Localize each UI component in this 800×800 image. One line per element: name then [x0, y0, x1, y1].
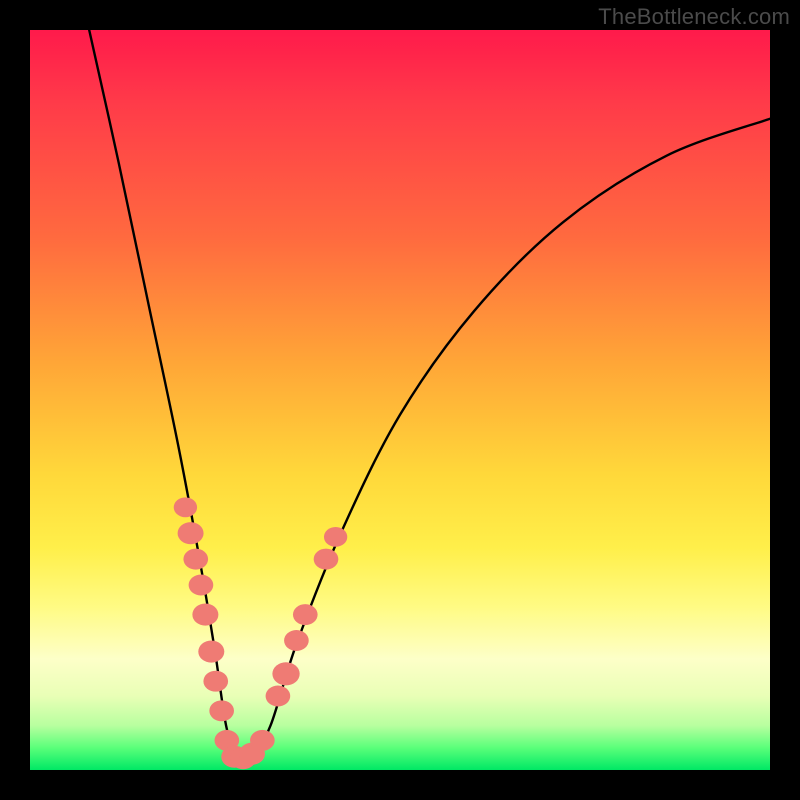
bottleneck-curve: [89, 30, 770, 761]
plot-area: [30, 30, 770, 770]
bead-group: [174, 497, 348, 769]
bead: [209, 700, 234, 721]
bead: [183, 549, 208, 570]
bead: [178, 522, 204, 544]
bead: [250, 730, 275, 751]
bead: [293, 604, 318, 625]
curve-svg: [30, 30, 770, 770]
bead: [324, 527, 347, 547]
bead: [189, 575, 214, 596]
bead: [284, 630, 309, 651]
watermark-text: TheBottleneck.com: [598, 4, 790, 30]
chart-frame: TheBottleneck.com: [0, 0, 800, 800]
bead: [192, 604, 218, 626]
bead: [198, 641, 224, 663]
bead: [174, 497, 197, 517]
bead: [266, 686, 291, 707]
bead: [203, 671, 228, 692]
bead: [272, 662, 299, 685]
bead: [314, 549, 339, 570]
